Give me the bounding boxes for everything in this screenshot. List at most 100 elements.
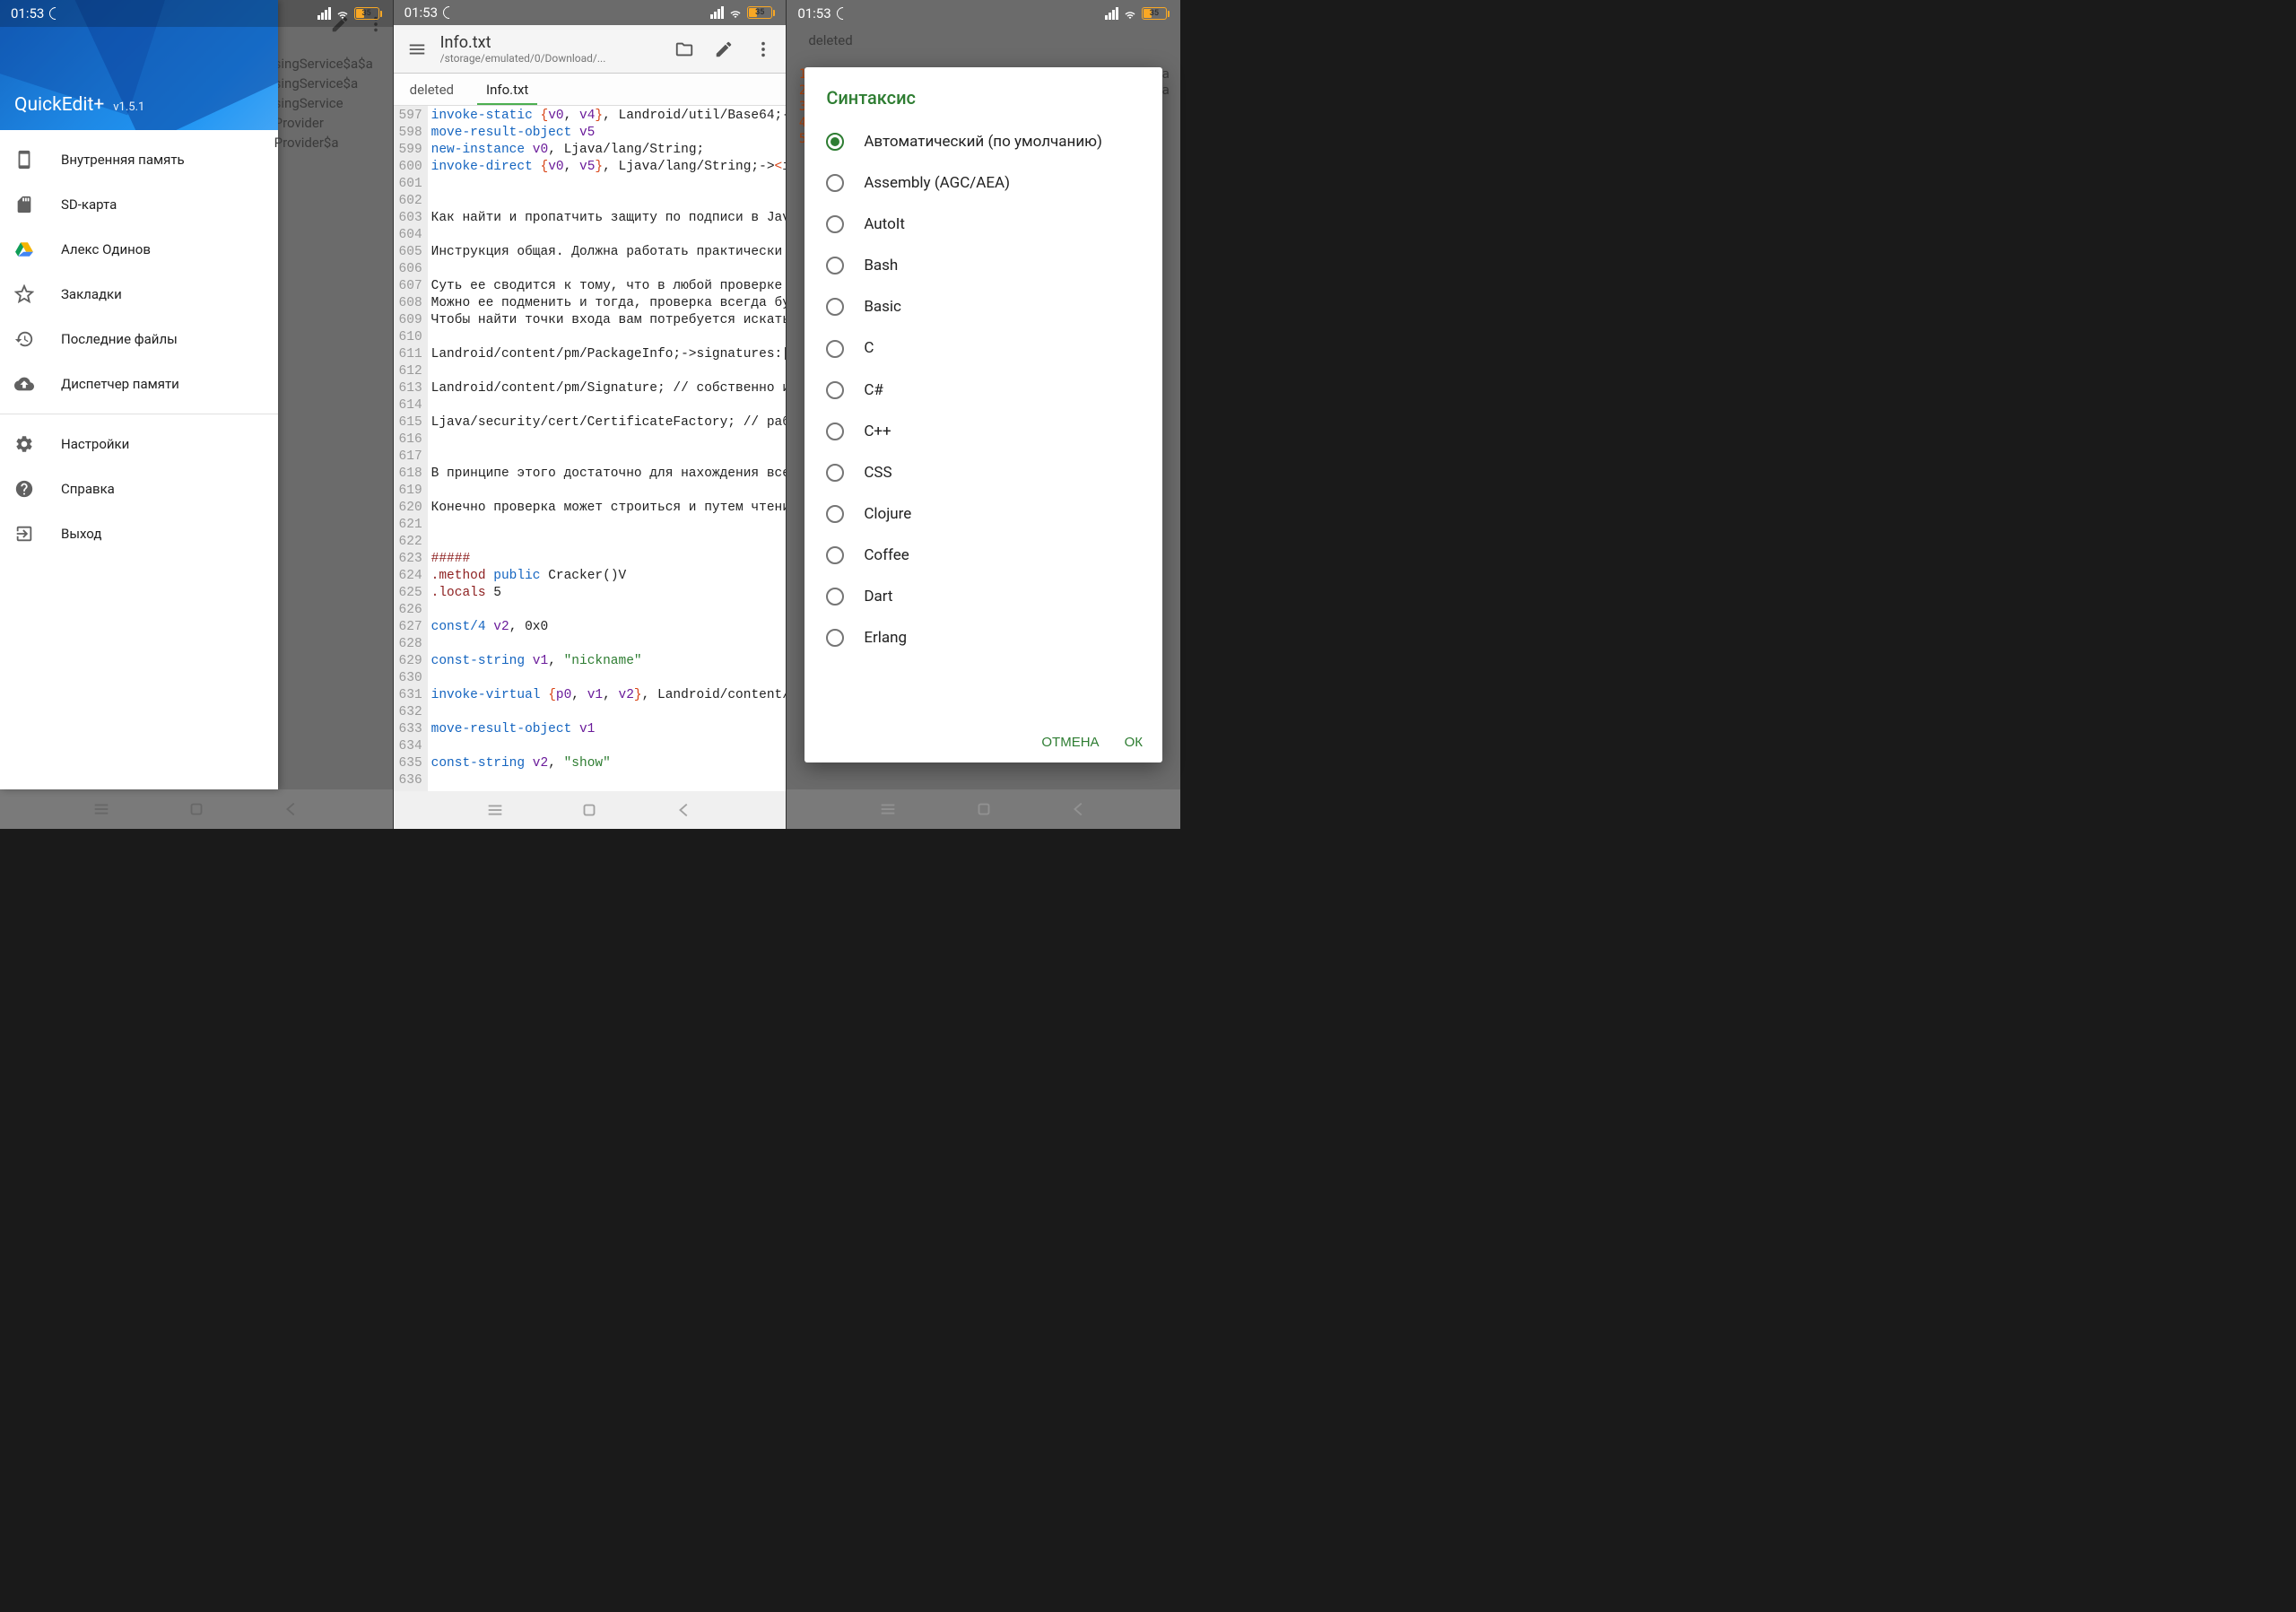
folder-open-icon[interactable] xyxy=(674,39,694,59)
code-line xyxy=(431,738,783,755)
ok-button[interactable]: ОК xyxy=(1125,735,1143,750)
cancel-button[interactable]: ОТМЕНА xyxy=(1041,735,1099,750)
code-line: invoke-direct {v0, v5}, Ljava/lang/Strin… xyxy=(431,159,783,176)
syntax-option[interactable]: Clojure xyxy=(804,493,1162,535)
pencil-icon[interactable] xyxy=(714,39,734,59)
drawer-item-label: Последние файлы xyxy=(61,331,178,347)
app-version: v1.5.1 xyxy=(113,100,144,114)
overflow-icon[interactable] xyxy=(753,39,773,59)
nav-home-button[interactable] xyxy=(974,799,994,819)
nav-recent-button[interactable] xyxy=(91,799,111,819)
code-line: В принципе этого достаточно для нахожден… xyxy=(431,466,783,483)
gdrive-icon xyxy=(14,240,34,259)
syntax-option[interactable]: Basic xyxy=(804,286,1162,327)
nav-home-button[interactable] xyxy=(579,800,599,820)
tab-Info.txt[interactable]: Info.txt xyxy=(470,74,544,105)
radio-icon xyxy=(826,133,844,151)
history-icon xyxy=(14,329,34,349)
battery-icon: 35 xyxy=(1142,7,1170,20)
syntax-option[interactable]: C xyxy=(804,327,1162,369)
syntax-option[interactable]: AutoIt xyxy=(804,204,1162,245)
file-title: Info.txt xyxy=(440,33,668,52)
radio-icon xyxy=(826,588,844,606)
drawer-item-star[interactable]: Закладки xyxy=(0,272,278,317)
code-line: const-string v1, "nickname" xyxy=(431,653,783,670)
code-line: Landroid/content/pm/Signature; // собств… xyxy=(431,380,783,397)
android-nav-bar xyxy=(394,791,787,829)
code-line: .method public Cracker()V xyxy=(431,568,783,585)
code-line xyxy=(431,193,783,210)
drawer-item-cloud[interactable]: Диспетчер памяти xyxy=(0,362,278,406)
code-line xyxy=(431,176,783,193)
radio-icon xyxy=(826,215,844,233)
navigation-drawer: QuickEdit+ v1.5.1 Внутренняя памятьSD-ка… xyxy=(0,0,278,789)
battery-icon: 35 xyxy=(747,6,775,19)
syntax-option[interactable]: Assembly (AGC/AEA) xyxy=(804,162,1162,204)
radio-icon xyxy=(826,257,844,274)
drawer-item-gdrive[interactable]: Алекс Одинов xyxy=(0,227,278,272)
cloud-icon xyxy=(14,374,34,394)
syntax-dialog: Синтаксис Автоматический (по умолчанию)A… xyxy=(804,67,1162,762)
syntax-option[interactable]: Автоматический (по умолчанию) xyxy=(804,121,1162,162)
code-line xyxy=(431,704,783,721)
sd-icon xyxy=(14,195,34,214)
code-line: invoke-static {v0, v4}, Landroid/util/Ba… xyxy=(431,108,783,125)
gear-icon xyxy=(14,434,34,454)
radio-label: Erlang xyxy=(864,628,907,648)
code-line xyxy=(431,483,783,500)
status-bar: 01:53 35 xyxy=(394,0,787,25)
android-nav-bar xyxy=(0,789,393,829)
drawer-item-label: SD-карта xyxy=(61,196,117,213)
nav-back-button[interactable] xyxy=(674,800,694,820)
drawer-item-sd[interactable]: SD-карта xyxy=(0,182,278,227)
drawer-item-label: Алекс Одинов xyxy=(61,241,151,257)
drawer-item-help[interactable]: Справка xyxy=(0,466,278,511)
syntax-option[interactable]: C++ xyxy=(804,411,1162,452)
syntax-option[interactable]: Coffee xyxy=(804,535,1162,576)
exit-icon xyxy=(14,524,34,544)
help-icon xyxy=(14,479,34,499)
radio-label: Автоматический (по умолчанию) xyxy=(864,132,1102,152)
android-nav-bar xyxy=(787,789,1180,829)
drawer-item-exit[interactable]: Выход xyxy=(0,511,278,556)
code-line: Суть ее сводится к тому, что в любой про… xyxy=(431,278,783,295)
radio-icon xyxy=(826,629,844,647)
code-line xyxy=(431,449,783,466)
nav-back-button[interactable] xyxy=(282,799,301,819)
radio-icon xyxy=(826,340,844,358)
radio-label: Coffee xyxy=(864,545,909,565)
radio-icon xyxy=(826,174,844,192)
syntax-option[interactable]: Dart xyxy=(804,576,1162,617)
syntax-option[interactable]: Bash xyxy=(804,245,1162,286)
code-editor[interactable]: 5975985996006016026036046056066076086096… xyxy=(394,106,787,791)
drawer-item-phone[interactable]: Внутренняя память xyxy=(0,137,278,182)
radio-icon xyxy=(826,381,844,399)
code-line: Ljava/security/cert/CertificateFactory; … xyxy=(431,414,783,431)
list-item: singService xyxy=(267,93,393,113)
nav-recent-button[interactable] xyxy=(485,800,505,820)
drawer-item-gear[interactable]: Настройки xyxy=(0,422,278,466)
code-line: Landroid/content/pm/PackageInfo;->signat… xyxy=(431,346,783,363)
drawer-item-label: Закладки xyxy=(61,286,122,302)
drawer-item-label: Диспетчер памяти xyxy=(61,376,179,392)
code-line xyxy=(431,227,783,244)
syntax-option[interactable]: Erlang xyxy=(804,617,1162,658)
code-line: Инструкция общая. Должна работать практи… xyxy=(431,244,783,261)
drawer-item-history[interactable]: Последние файлы xyxy=(0,317,278,362)
list-item: singService$a xyxy=(267,74,393,93)
code-line xyxy=(431,636,783,653)
radio-label: C++ xyxy=(864,422,891,441)
nav-recent-button[interactable] xyxy=(878,799,898,819)
wifi-icon xyxy=(728,7,743,18)
phone-editor: 01:53 35 Info.txt /storage/emulated/0/Do… xyxy=(394,0,787,829)
tab-bar: deletedInfo.txt xyxy=(394,74,787,106)
nav-home-button[interactable] xyxy=(187,799,206,819)
wifi-icon xyxy=(335,8,350,19)
syntax-option[interactable]: CSS xyxy=(804,452,1162,493)
menu-button[interactable] xyxy=(401,33,433,65)
nav-back-button[interactable] xyxy=(1069,799,1089,819)
radio-label: AutoIt xyxy=(864,214,905,234)
code-line xyxy=(431,602,783,619)
syntax-option[interactable]: C# xyxy=(804,370,1162,411)
tab-deleted[interactable]: deleted xyxy=(394,74,470,105)
